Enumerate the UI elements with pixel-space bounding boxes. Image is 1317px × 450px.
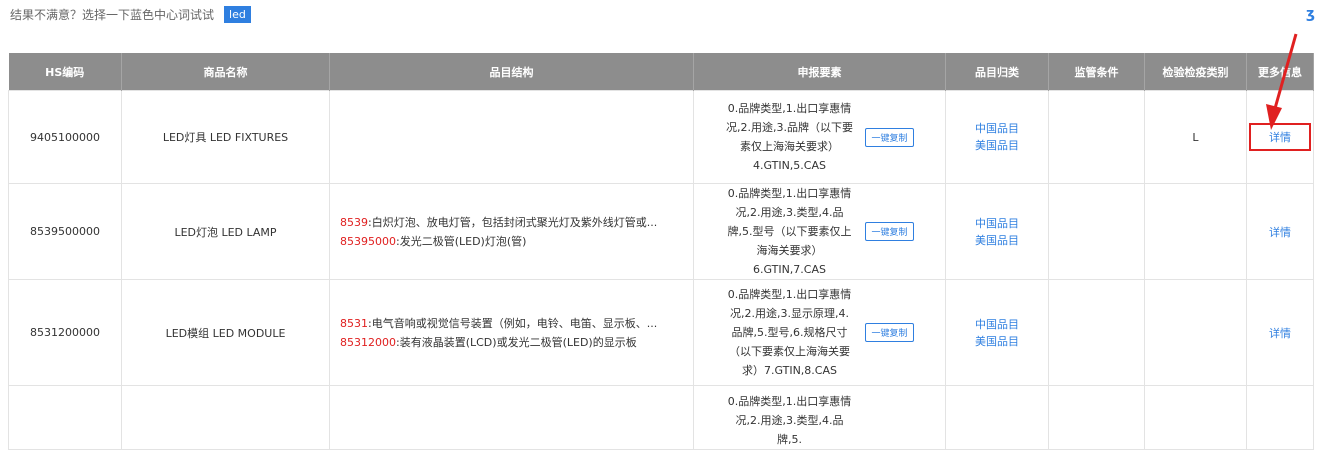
- table-row: 9405100000 LED灯具 LED FIXTURES 0.品牌类型,1.出…: [8, 90, 1314, 184]
- requirements-text: 0.品牌类型,1.出口享惠情况,2.用途,3.显示原理,4.品牌,5.型号,6.…: [727, 288, 852, 377]
- china-category-link[interactable]: 中国品目: [946, 316, 1048, 333]
- detail-link[interactable]: 详情: [1269, 226, 1291, 239]
- hint-text: 结果不满意？选择一下蓝色中心词试试: [10, 8, 215, 22]
- hs-code-cell: 8531200000: [8, 279, 122, 386]
- product-name-cell: LED模组 LED MODULE: [121, 279, 330, 386]
- product-name-cell: LED灯具 LED FIXTURES: [121, 90, 330, 184]
- requirements-cell: 0.品牌类型,1.出口享惠情况,2.用途,3.类型,4.品牌,5.型号（以下要素…: [693, 183, 946, 280]
- hs-code-table: HS编码 商品名称 品目结构 申报要素 品目归类 监管条件 检验检疫类别 更多信…: [8, 53, 1314, 450]
- heading-text: :电气音响或视觉信号装置（例如，电铃、电笛、显示板、...: [368, 316, 658, 330]
- china-category-link[interactable]: 中国品目: [946, 215, 1048, 232]
- classification-cell: 中国品目 美国品目: [945, 279, 1049, 386]
- col-hs-code: HS编码: [8, 53, 122, 91]
- heading-text: :白炽灯泡、放电灯管，包括封闭式聚光灯及紫外线灯管或...: [368, 215, 658, 229]
- supervision-cell: [1048, 90, 1145, 184]
- us-category-link[interactable]: 美国品目: [946, 137, 1048, 154]
- table-row: 8531200000 LED模组 LED MODULE 8531:电气音响或视觉…: [8, 279, 1314, 386]
- supervision-cell: [1048, 385, 1145, 450]
- classification-cell: [945, 385, 1049, 450]
- heading-code[interactable]: 8531: [340, 317, 368, 330]
- detail-link[interactable]: 详情: [1249, 123, 1311, 151]
- detail-link[interactable]: 详情: [1269, 327, 1291, 340]
- col-supervision: 监管条件: [1048, 53, 1145, 91]
- us-category-link[interactable]: 美国品目: [946, 333, 1048, 350]
- subheading-text: :发光二极管(LED)灯泡(管): [396, 234, 527, 248]
- heading-code[interactable]: 8539: [340, 216, 368, 229]
- product-name-cell: [121, 385, 330, 450]
- copy-button[interactable]: 一键复制: [865, 222, 914, 241]
- structure-cell: 8539:白炽灯泡、放电灯管，包括封闭式聚光灯及紫外线灯管或... 853950…: [329, 183, 694, 280]
- requirements-cell: 0.品牌类型,1.出口享惠情况,2.用途,3.显示原理,4.品牌,5.型号,6.…: [693, 279, 946, 386]
- structure-cell: [329, 385, 694, 450]
- table-row: 0.品牌类型,1.出口享惠情况,2.用途,3.类型,4.品牌,5. 一键复制: [8, 385, 1314, 450]
- product-name-cell: LED灯泡 LED LAMP: [121, 183, 330, 280]
- classification-cell: 中国品目 美国品目: [945, 90, 1049, 184]
- keyword-tag-led[interactable]: led: [224, 6, 251, 23]
- hs-code-cell: 8539500000: [8, 183, 122, 280]
- requirements-text: 0.品牌类型,1.出口享惠情况,2.用途,3.品牌（以下要素仅上海海关要求）4.…: [725, 102, 853, 172]
- col-product-name: 商品名称: [121, 53, 330, 91]
- requirements-cell: 0.品牌类型,1.出口享惠情况,2.用途,3.类型,4.品牌,5. 一键复制: [693, 385, 946, 450]
- inspection-cell: [1144, 385, 1247, 450]
- col-item-structure: 品目结构: [329, 53, 694, 91]
- more-info-cell: 详情: [1246, 90, 1314, 184]
- inspection-cell: [1144, 183, 1247, 280]
- table-header: HS编码 商品名称 品目结构 申报要素 品目归类 监管条件 检验检疫类别 更多信…: [8, 53, 1314, 91]
- table-row: 8539500000 LED灯泡 LED LAMP 8539:白炽灯泡、放电灯管…: [8, 183, 1314, 280]
- side-icon[interactable]: ʒ: [1306, 6, 1315, 22]
- more-info-cell: 详情: [1246, 183, 1314, 280]
- more-info-cell: [1246, 385, 1314, 450]
- supervision-cell: [1048, 183, 1145, 280]
- inspection-cell: [1144, 279, 1247, 386]
- subheading-code[interactable]: 85312000: [340, 336, 396, 349]
- requirements-text: 0.品牌类型,1.出口享惠情况,2.用途,3.类型,4.品牌,5.型号（以下要素…: [727, 187, 852, 276]
- supervision-cell: [1048, 279, 1145, 386]
- copy-button[interactable]: 一键复制: [865, 323, 914, 342]
- more-info-cell: 详情: [1246, 279, 1314, 386]
- classification-cell: 中国品目 美国品目: [945, 183, 1049, 280]
- us-category-link[interactable]: 美国品目: [946, 232, 1048, 249]
- hs-code-cell: [8, 385, 122, 450]
- structure-cell: 8531:电气音响或视觉信号装置（例如，电铃、电笛、显示板、... 853120…: [329, 279, 694, 386]
- inspection-cell: L: [1144, 90, 1247, 184]
- china-category-link[interactable]: 中国品目: [946, 120, 1048, 137]
- col-more-info: 更多信息: [1246, 53, 1314, 91]
- col-declaration-elements: 申报要素: [693, 53, 946, 91]
- search-hint: 结果不满意？选择一下蓝色中心词试试 led: [10, 6, 251, 23]
- requirements-cell: 0.品牌类型,1.出口享惠情况,2.用途,3.品牌（以下要素仅上海海关要求）4.…: [693, 90, 946, 184]
- col-inspection: 检验检疫类别: [1144, 53, 1247, 91]
- copy-button[interactable]: 一键复制: [865, 127, 914, 147]
- structure-cell: [329, 90, 694, 184]
- col-classification: 品目归类: [945, 53, 1049, 91]
- subheading-text: :装有液晶装置(LCD)或发光二极管(LED)的显示板: [396, 335, 637, 349]
- hs-code-cell: 9405100000: [8, 90, 122, 184]
- subheading-code[interactable]: 85395000: [340, 235, 396, 248]
